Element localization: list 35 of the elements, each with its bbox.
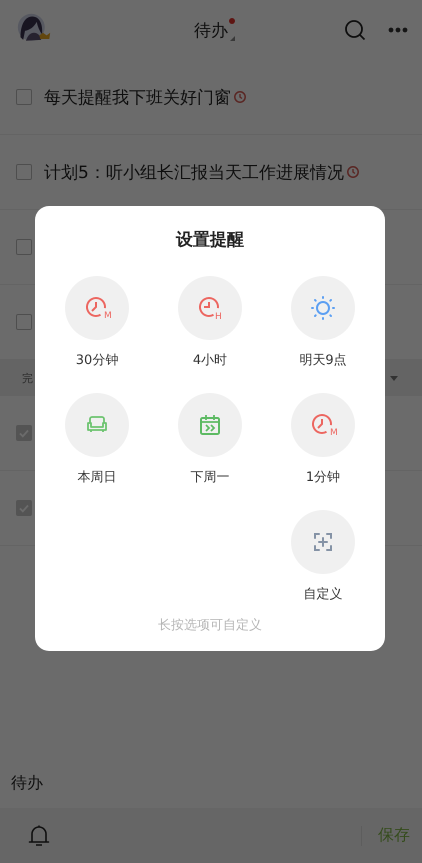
- option-label: 本周日: [78, 470, 116, 486]
- sun-icon: [309, 294, 337, 322]
- search-icon[interactable]: [344, 19, 366, 41]
- reminder-option[interactable]: 自定义: [266, 510, 380, 603]
- checkbox[interactable]: [16, 239, 32, 255]
- reminder-option[interactable]: 明天9点: [266, 276, 380, 369]
- option-label: 下周一: [190, 470, 230, 486]
- hint-text: 长按选项可自定义: [158, 617, 262, 634]
- corner-triangle-icon: [230, 36, 235, 40]
- section-label: 完: [22, 370, 33, 386]
- option-label: 1分钟: [306, 470, 340, 486]
- reminder-option[interactable]: H 4小时: [154, 276, 266, 369]
- checkbox[interactable]: [16, 500, 32, 516]
- option-label: 4小时: [192, 353, 228, 369]
- editor-text[interactable]: 待办: [11, 773, 43, 794]
- check-icon: [18, 427, 30, 439]
- reminder-option[interactable]: M 30分钟: [40, 276, 154, 369]
- checkbox[interactable]: [16, 164, 32, 180]
- more-icon[interactable]: [388, 27, 408, 33]
- checkbox[interactable]: [16, 314, 32, 330]
- caret-icon[interactable]: [390, 376, 398, 380]
- option-label: 自定义: [304, 587, 342, 603]
- dialog-title: 设置提醒: [174, 229, 245, 251]
- checkbox[interactable]: [16, 425, 32, 441]
- option-label: 30分钟: [76, 353, 118, 369]
- reminder-option[interactable]: M 1分钟: [266, 393, 380, 486]
- option-label: 明天9点: [299, 353, 347, 369]
- reminder-option[interactable]: 下周一: [154, 393, 266, 486]
- check-icon: [18, 502, 30, 514]
- page-title[interactable]: 待办: [194, 20, 228, 40]
- checkbox[interactable]: [16, 89, 32, 105]
- todo-text: 每天提醒我下班关好门窗: [44, 86, 231, 108]
- bell-icon[interactable]: [28, 824, 50, 848]
- reminder-option[interactable]: 本周日: [40, 393, 154, 486]
- todo-text: 计划5：听小组长汇报当天工作进展情况: [44, 162, 344, 184]
